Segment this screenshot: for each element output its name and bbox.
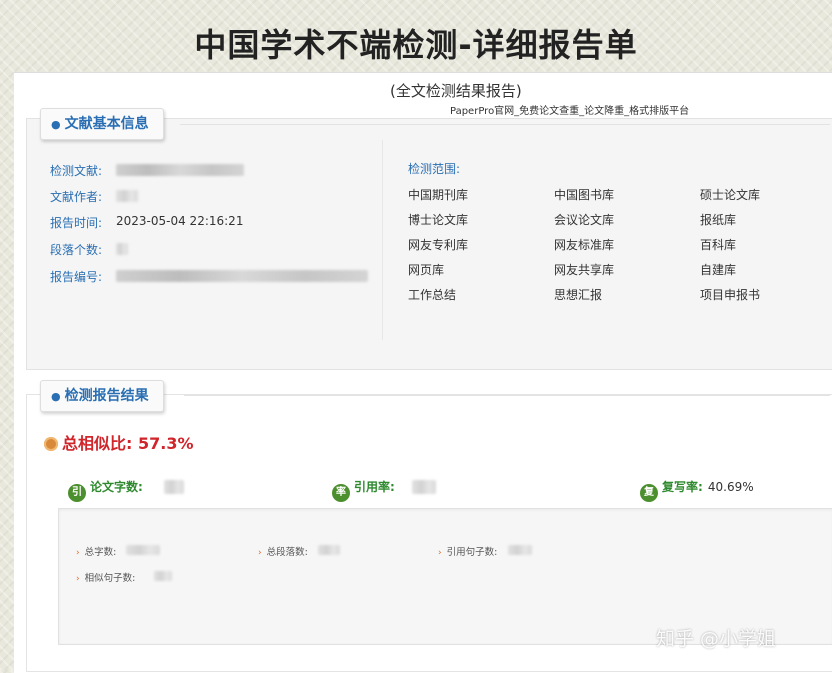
results-tab: ● 检测报告结果 [40,380,164,412]
detail-total-chars: › 总字数: [76,544,116,558]
detail-cited-sentences: › 引用句子数: [438,544,497,558]
stat-rewrite-rate: 复复写率: 40.69% [640,476,754,502]
detail-similar-sentences: › 相似句子数: [76,570,135,584]
redacted-total-chars-value [126,545,160,555]
stat-rewrite-rate-label: 复写率: [662,480,703,494]
stat-word-count: 引论文字数: [68,476,143,502]
redacted-paragraphs-value [116,243,128,255]
database-item: 百科库 [700,238,737,252]
section-rule [180,124,830,125]
basic-info-tab: ● 文献基本信息 [40,108,164,140]
database-item: 博士论文库 [408,213,469,227]
redacted-total-paragraphs-value [318,545,340,555]
field-label-paragraphs: 段落个数: [50,243,103,257]
watermark: 知乎 @小学姐 [656,628,777,650]
results-title: 检测报告结果 [64,388,149,404]
detail-total-paragraphs: › 总段落数: [258,544,308,558]
redacted-similar-sentences-value [154,571,172,581]
database-item: 工作总结 [408,288,457,302]
citation-rate-icon: 率 [332,484,350,502]
bullet-icon: ● [51,118,61,131]
detail-total-paragraphs-label: 总段落数: [266,547,308,558]
basic-info-title: 文献基本信息 [64,116,149,132]
redacted-author-value [116,190,138,202]
report-time-value: 2023-05-04 22:16:21 [116,214,244,228]
database-item: 报纸库 [700,213,737,227]
redacted-document-value [116,164,244,176]
database-item: 网友标准库 [554,238,615,252]
database-item: 网友专利库 [408,238,469,252]
medal-icon [44,437,58,451]
detail-total-chars-label: 总字数: [84,547,117,558]
database-item: 会议论文库 [554,213,615,227]
field-label-report-id: 报告编号: [50,270,103,284]
detail-similar-sentences-label: 相似句子数: [84,573,136,584]
arrow-right-icon: › [258,548,262,558]
field-label-time: 报告时间: [50,216,103,230]
redacted-report-id-value [116,270,368,282]
platform-line: PaperPro官网_免费论文查重_论文降重_格式排版平台 [450,106,690,117]
report-title: 中国学术不端检测-详细报告单 [194,26,638,64]
database-item: 项目申报书 [700,288,761,302]
detail-cited-sentences-label: 引用句子数: [446,547,498,558]
arrow-right-icon: › [76,548,80,558]
stat-word-count-label: 论文字数: [90,480,143,494]
database-item: 网友共享库 [554,263,615,277]
database-item: 自建库 [700,263,737,277]
database-item: 中国图书库 [554,188,615,202]
field-label-document: 检测文献: [50,164,103,178]
scope-label: 检测范围: [408,162,461,176]
total-similarity: 总相似比: 57.3% [44,430,193,454]
redacted-citation-rate-value [412,480,436,494]
database-item: 硕士论文库 [700,188,761,202]
redacted-cited-sentences-value [508,545,532,555]
total-similarity-text: 总相似比: 57.3% [62,434,194,453]
redacted-word-count-value [164,480,184,494]
stat-rewrite-rate-value: 40.69% [707,480,754,494]
stat-citation-rate-label: 引用率: [354,480,395,494]
bullet-icon: ● [51,390,61,403]
database-item: 思想汇报 [554,288,603,302]
arrow-right-icon: › [438,548,442,558]
database-item: 网页库 [408,263,445,277]
arrow-right-icon: › [76,574,80,584]
panel-divider [382,140,383,340]
field-label-author: 文献作者: [50,190,103,204]
database-item: 中国期刊库 [408,188,469,202]
report-subtitle: (全文检测结果报告) [390,82,522,100]
word-count-icon: 引 [68,484,86,502]
rewrite-rate-icon: 复 [640,484,658,502]
section-rule [184,395,830,396]
stat-citation-rate: 率引用率: [332,476,395,502]
